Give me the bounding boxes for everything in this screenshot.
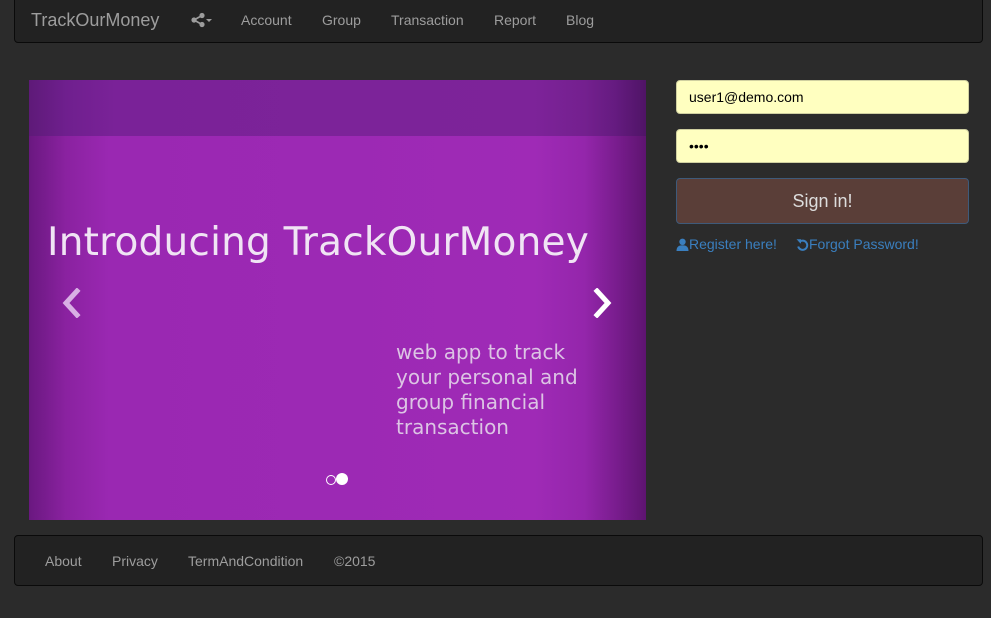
nav-group[interactable]: Group xyxy=(322,12,361,28)
forgot-password-link[interactable]: Forgot Password! xyxy=(796,236,919,252)
carousel-top-band xyxy=(29,80,646,136)
carousel-indicator-active[interactable] xyxy=(336,473,348,485)
carousel-prev-button[interactable] xyxy=(59,287,87,319)
nav-blog[interactable]: Blog xyxy=(566,12,594,28)
chevron-left-icon xyxy=(62,287,81,319)
caption-line: group financial xyxy=(396,390,546,414)
caption-line: your personal and xyxy=(396,365,578,389)
top-navbar: TrackOurMoney Account Group Transaction … xyxy=(14,0,983,43)
footer-about-link[interactable]: About xyxy=(45,553,82,569)
share-dropdown[interactable] xyxy=(190,12,214,28)
refresh-icon xyxy=(796,239,809,251)
carousel-next-button[interactable] xyxy=(589,287,617,319)
nav-account[interactable]: Account xyxy=(241,12,292,28)
forgot-label: Forgot Password! xyxy=(809,236,919,252)
nav-transaction[interactable]: Transaction xyxy=(391,12,464,28)
chevron-right-icon xyxy=(593,287,612,319)
register-link[interactable]: Register here! xyxy=(676,236,777,252)
footer-terms-link[interactable]: TermAndCondition xyxy=(188,553,303,569)
register-label: Register here! xyxy=(689,236,777,252)
share-alt-icon xyxy=(191,12,212,28)
slide-heading: Introducing TrackOurMoney xyxy=(47,220,589,265)
footer-copyright: ©2015 xyxy=(334,553,376,569)
email-field[interactable] xyxy=(676,80,969,114)
sign-in-button[interactable]: Sign in! xyxy=(676,178,969,224)
footer-privacy-link[interactable]: Privacy xyxy=(112,553,158,569)
carousel-indicator[interactable] xyxy=(326,475,336,485)
nav-report[interactable]: Report xyxy=(494,12,536,28)
slide-caption: web app to track your personal and group… xyxy=(396,340,626,440)
footer-navbar: About Privacy TermAndCondition ©2015 xyxy=(14,535,983,586)
caption-line: transaction xyxy=(396,415,509,439)
user-icon xyxy=(676,238,689,251)
caption-line: web app to track xyxy=(396,340,566,364)
intro-carousel: Introducing TrackOurMoney web app to tra… xyxy=(29,80,646,520)
brand-link[interactable]: TrackOurMoney xyxy=(31,10,159,31)
password-field[interactable] xyxy=(676,129,969,163)
